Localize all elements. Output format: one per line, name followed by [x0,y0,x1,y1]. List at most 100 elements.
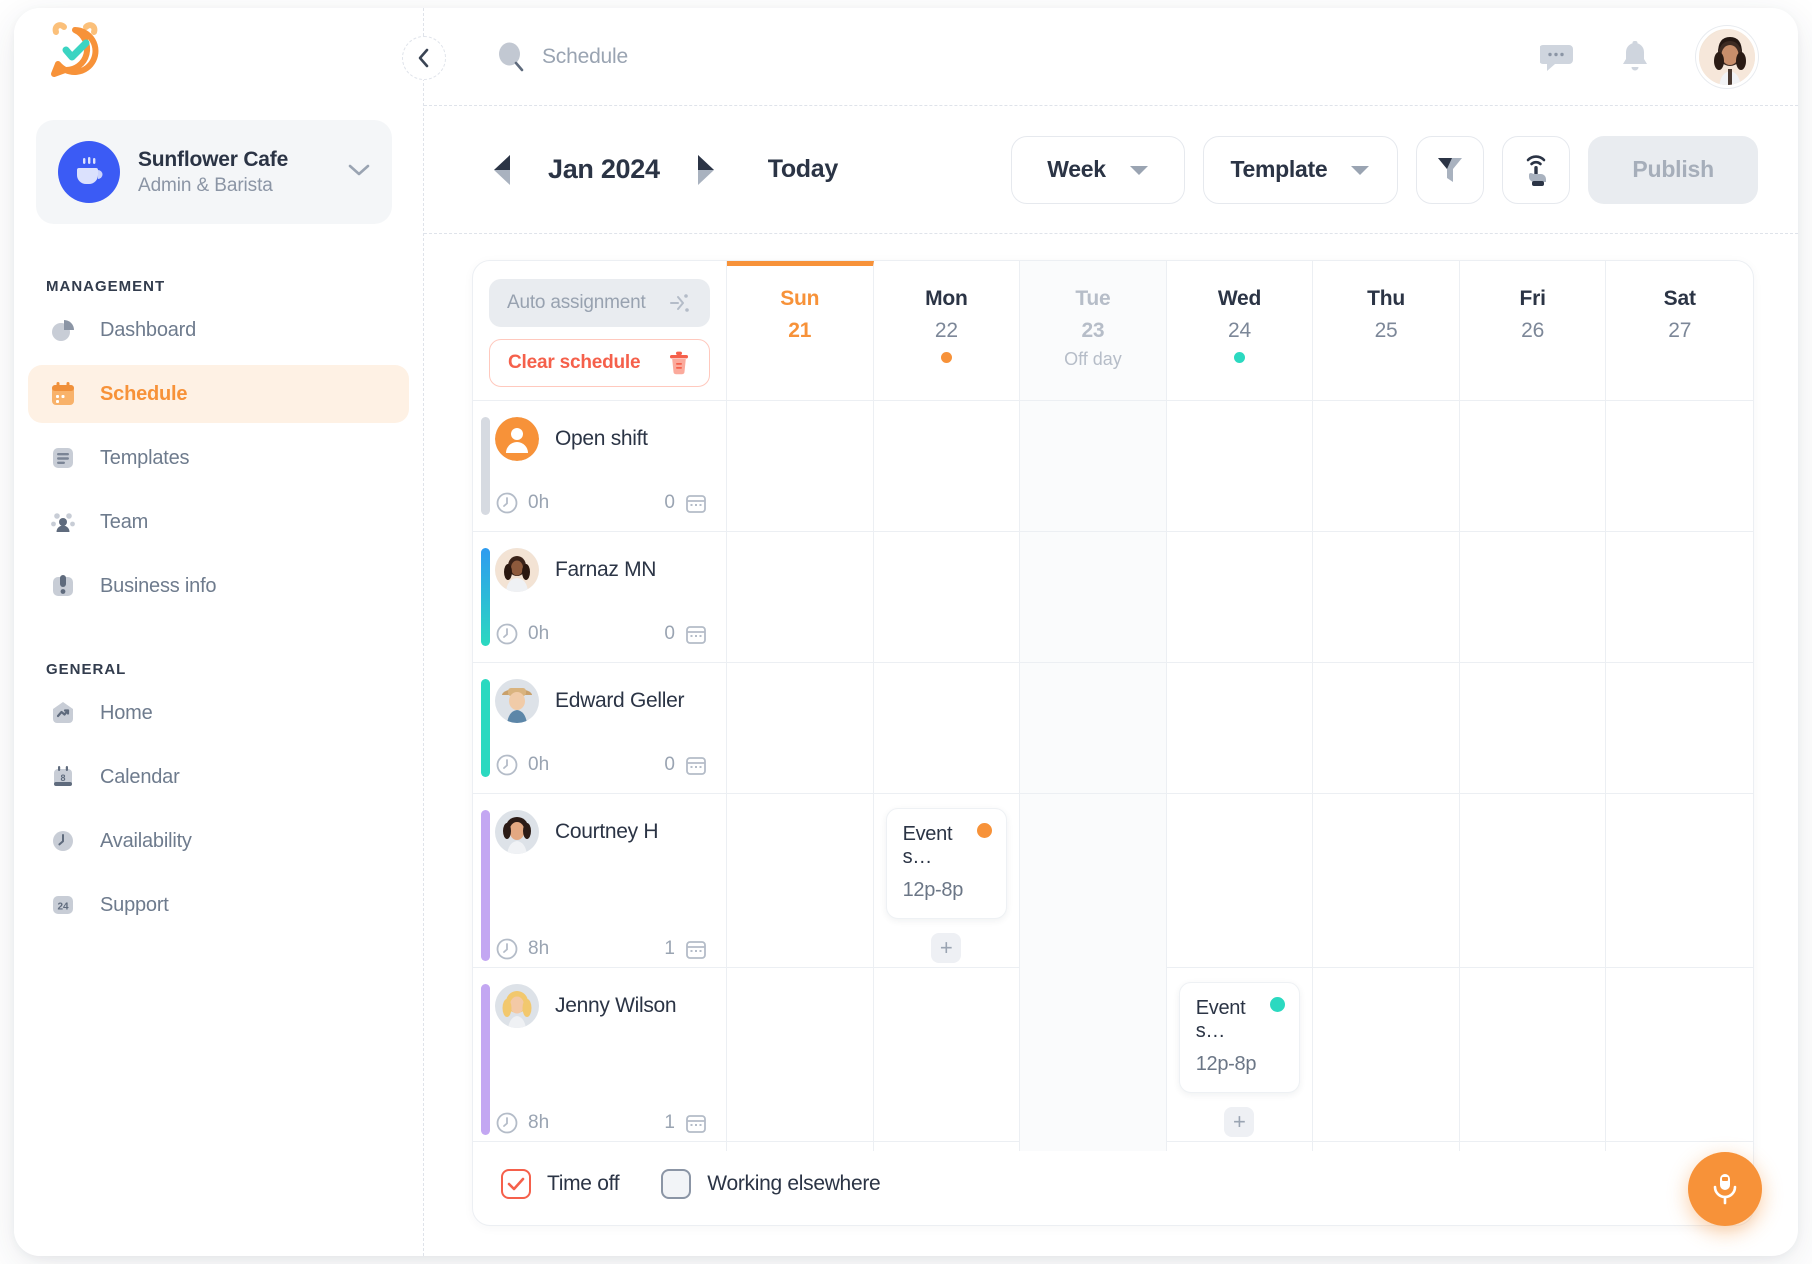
schedule-cell[interactable] [1606,532,1753,662]
schedule-cell[interactable] [1020,662,1167,793]
tap-broadcast-icon [1527,154,1547,186]
auto-assignment-button[interactable]: Auto assignment [489,279,710,327]
schedule-cell[interactable] [1020,968,1167,1151]
employee-shift-count: 1 [664,1111,708,1135]
sidebar-collapse-button[interactable] [402,36,446,80]
schedule-cell[interactable] [1460,662,1607,793]
day-header-wed[interactable]: Wed 24 [1167,261,1314,400]
org-switcher[interactable]: Sunflower Cafe Admin & Barista [36,120,392,224]
schedule-cell[interactable] [874,400,1021,531]
voice-assistant-button[interactable] [1688,1152,1762,1226]
chat-bubble-icon[interactable] [1540,41,1574,73]
employee-shift-count: 0 [664,491,708,515]
clear-schedule-label: Clear schedule [508,352,641,373]
search-input[interactable]: Schedule [496,41,628,73]
shift-event-card[interactable]: Event s… 12p-8p [1178,982,1301,1093]
clock-icon [496,938,518,960]
schedule-cell[interactable] [1020,531,1167,662]
sidebar-item-label: Schedule [100,382,188,405]
day-header-fri[interactable]: Fri 26 [1460,261,1607,400]
next-period-button[interactable] [686,147,724,193]
schedule-cell[interactable] [1167,400,1314,531]
schedule-cell[interactable] [874,662,1021,793]
filter-button[interactable] [1416,135,1485,204]
sidebar-item-dashboard[interactable]: Dashboard [28,301,409,359]
schedule-cell[interactable]: Event s… 12p-8p + [874,793,1021,977]
today-button[interactable]: Today [768,155,839,184]
add-shift-button[interactable]: + [931,932,962,963]
alarm-clock-check-icon [51,22,99,77]
schedule-cell[interactable] [1020,793,1167,977]
schedule-cell[interactable] [727,793,874,977]
employee-cell[interactable]: Edward Geller 0h 0 [473,662,727,793]
prev-period-button[interactable] [484,147,522,193]
sidebar-item-templates[interactable]: Templates [28,429,409,487]
user-avatar[interactable] [1696,25,1758,88]
search-placeholder-text: Schedule [542,44,628,68]
schedule-cell[interactable] [1167,793,1314,977]
sidebar-item-schedule[interactable]: Schedule [28,365,409,423]
schedule-cell[interactable] [1606,401,1753,531]
template-select[interactable]: Template [1203,135,1399,204]
clock-icon [496,492,518,514]
legend-working-elsewhere[interactable]: Working elsewhere [661,1168,881,1199]
schedule-cell[interactable] [1167,531,1314,662]
schedule-cell[interactable] [1313,793,1460,977]
calendar-icon [686,941,706,959]
schedule-cell[interactable] [1460,531,1607,662]
sidebar-item-home[interactable]: Home [28,684,409,742]
hours-value: 0h [528,491,550,513]
legend-time-off[interactable]: Time off [501,1168,620,1199]
schedule-cell[interactable] [1606,968,1753,1151]
employee-shift-count: 0 [664,753,708,777]
schedule-cell[interactable] [727,400,874,531]
employee-cell[interactable]: Courtney H 8h 1 [473,793,727,977]
schedule-cell[interactable] [727,662,874,793]
magic-wand-icon [670,294,689,312]
schedule-cell[interactable] [1606,663,1753,793]
day-header-sat[interactable]: Sat 27 [1606,261,1753,400]
bell-icon[interactable] [1620,40,1650,74]
employee-cell[interactable]: Farnaz MN 0h 0 [473,531,727,662]
add-shift-button[interactable]: + [1224,1107,1255,1137]
schedule-cell[interactable] [1460,400,1607,531]
schedule-legend: Time off Working elsewhere [473,1141,1753,1225]
schedule-cell[interactable] [1460,968,1607,1151]
schedule-cell[interactable] [1313,531,1460,662]
schedule-cell[interactable] [1313,662,1460,793]
day-header-sun[interactable]: Sun 21 [727,261,874,400]
schedule-cell[interactable] [874,968,1021,1151]
broadcast-button[interactable] [1502,135,1571,204]
schedule-cell[interactable] [1167,662,1314,793]
employee-cell[interactable]: Open shift 0h 0 [473,400,727,531]
schedule-cell[interactable] [1020,400,1167,531]
employee-cell[interactable]: Jenny Wilson 8h 1 [473,968,727,1151]
view-select[interactable]: Week [1011,135,1186,204]
shift-event-card[interactable]: Event s… 12p-8p [885,807,1008,919]
publish-button[interactable]: Publish [1588,135,1758,204]
clock-icon [496,623,518,645]
day-status-dot [1233,352,1245,363]
app-logo[interactable] [44,20,106,82]
day-header-mon[interactable]: Mon 22 [874,261,1021,400]
shift-count-value: 1 [664,937,675,959]
clear-schedule-button[interactable]: Clear schedule [489,339,710,387]
sidebar-item-calendar[interactable]: 8 Calendar [28,748,409,806]
schedule-cell[interactable]: Event s… 12p-8p + [1167,968,1314,1151]
chevron-left-icon [418,48,429,68]
day-header-thu[interactable]: Thu 25 [1313,261,1460,400]
schedule-cell[interactable] [1313,400,1460,531]
schedule-cell[interactable] [1313,968,1460,1151]
sidebar-item-support[interactable]: 24 Support [28,876,409,934]
schedule-cell[interactable] [727,968,874,1151]
schedule-cell[interactable] [1606,794,1753,977]
schedule-cell[interactable] [1460,793,1607,977]
sidebar-item-availability[interactable]: Availability [28,812,409,870]
sidebar-item-team[interactable]: Team [28,493,409,551]
sidebar: Sunflower Cafe Admin & Barista MANAGEMEN… [14,8,424,1256]
schedule-cell[interactable] [727,531,874,662]
schedule-cell[interactable] [874,531,1021,662]
day-header-tue[interactable]: Tue 23 Off day [1020,261,1167,400]
sidebar-item-business-info[interactable]: Business info [28,557,409,615]
day-of-week: Wed [1217,287,1262,310]
